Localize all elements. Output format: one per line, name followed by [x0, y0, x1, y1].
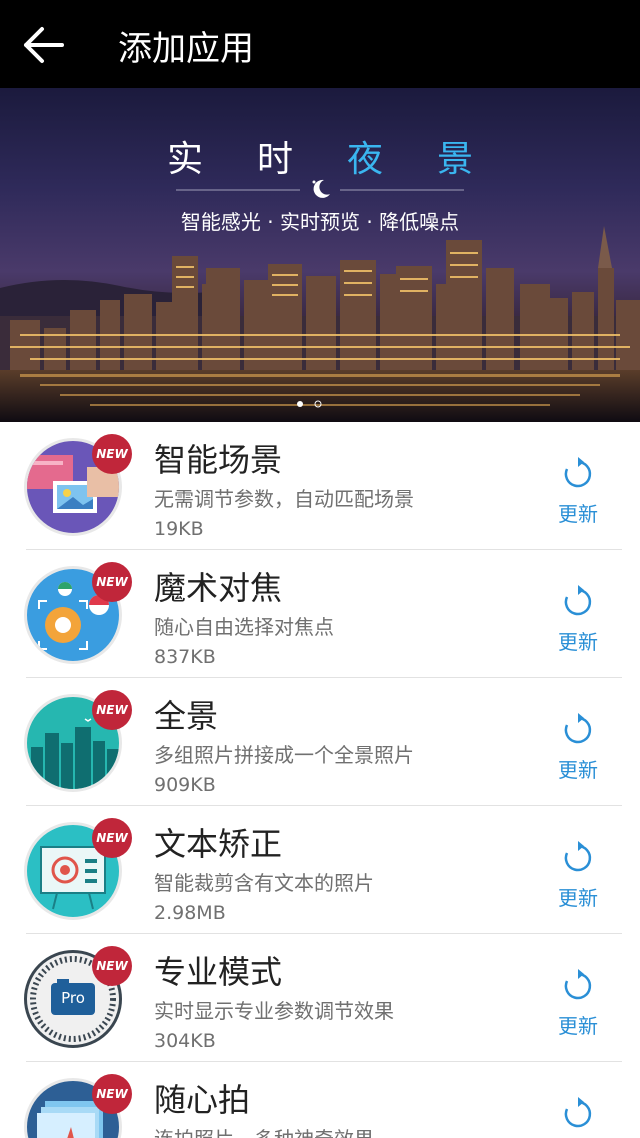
- new-badge: NEW: [92, 690, 132, 730]
- refresh-icon: [564, 969, 592, 1000]
- update-button[interactable]: 更新: [550, 1092, 606, 1138]
- app-description: 连拍照片，多种神奇效果: [154, 1124, 374, 1138]
- app-name: 智能场景: [154, 441, 283, 479]
- update-label: 更新: [558, 1014, 598, 1038]
- app-description: 智能裁剪含有文本的照片: [154, 871, 374, 895]
- update-button[interactable]: 更新: [550, 708, 606, 788]
- update-button[interactable]: 更新: [550, 452, 606, 532]
- update-label: 更新: [558, 502, 598, 526]
- new-badge: NEW: [92, 946, 132, 986]
- update-button[interactable]: 更新: [550, 580, 606, 660]
- refresh-icon: [564, 713, 592, 744]
- app-name: 全景: [154, 697, 219, 735]
- app-size: 2.98MB: [154, 902, 226, 924]
- refresh-icon: [564, 585, 592, 616]
- banner-title: 实时夜景: [0, 130, 640, 182]
- app-description: 实时显示专业参数调节效果: [154, 999, 394, 1023]
- app-name: 魔术对焦: [154, 569, 283, 607]
- update-label: 更新: [558, 886, 598, 910]
- refresh-icon: [564, 1097, 592, 1128]
- app-size: 837KB: [154, 646, 216, 668]
- list-item[interactable]: NEW 魔术对焦 随心自由选择对焦点 837KB 更新: [0, 550, 640, 678]
- update-label: 更新: [558, 758, 598, 782]
- page-title: 添加应用: [118, 29, 254, 69]
- banner-subtitle: 智能感光 · 实时预览 · 降低噪点: [180, 210, 460, 234]
- update-button[interactable]: 更新: [550, 836, 606, 916]
- app-size: 19KB: [154, 518, 204, 540]
- update-label: 更新: [558, 630, 598, 654]
- list-item[interactable]: NEW 随心拍 连拍照片，多种神奇效果 更新: [0, 1062, 640, 1138]
- refresh-icon: [564, 841, 592, 872]
- night-scene-banner[interactable]: 实时夜景 智能感光 · 实时预览 · 降低噪点: [0, 88, 640, 422]
- list-item[interactable]: NEW 全景 多组照片拼接成一个全景照片 909KB 更新: [0, 678, 640, 806]
- new-badge: NEW: [92, 818, 132, 858]
- app-name: 随心拍: [154, 1081, 251, 1119]
- back-arrow-icon: [24, 27, 64, 63]
- refresh-icon: [564, 457, 592, 488]
- app-name: 专业模式: [154, 953, 283, 991]
- moon-icon: [313, 179, 330, 198]
- app-size: 304KB: [154, 1030, 216, 1052]
- carousel-dot-active: [297, 401, 303, 407]
- banner-title-white: 实时: [166, 139, 347, 180]
- new-badge: NEW: [92, 562, 132, 602]
- app-description: 多组照片拼接成一个全景照片: [154, 743, 414, 767]
- update-button[interactable]: 更新: [550, 964, 606, 1044]
- app-size: 909KB: [154, 774, 216, 796]
- list-item[interactable]: NEW 智能场景 无需调节参数，自动匹配场景 19KB 更新: [0, 422, 640, 550]
- app-description: 随心自由选择对焦点: [154, 615, 334, 639]
- list-item[interactable]: NEW 文本矫正 智能裁剪含有文本的照片 2.98MB 更新: [0, 806, 640, 934]
- new-badge: NEW: [92, 1074, 132, 1114]
- pro-label: Pro: [61, 989, 85, 1007]
- banner-title-blue: 夜景: [347, 139, 528, 180]
- new-badge: NEW: [92, 434, 132, 474]
- back-button[interactable]: [18, 20, 72, 70]
- app-description: 无需调节参数，自动匹配场景: [154, 487, 414, 511]
- top-bar: 添加应用: [0, 0, 640, 88]
- app-name: 文本矫正: [154, 825, 283, 863]
- list-item[interactable]: Pro NEW 专业模式 实时显示专业参数调节效果 304KB 更新: [0, 934, 640, 1062]
